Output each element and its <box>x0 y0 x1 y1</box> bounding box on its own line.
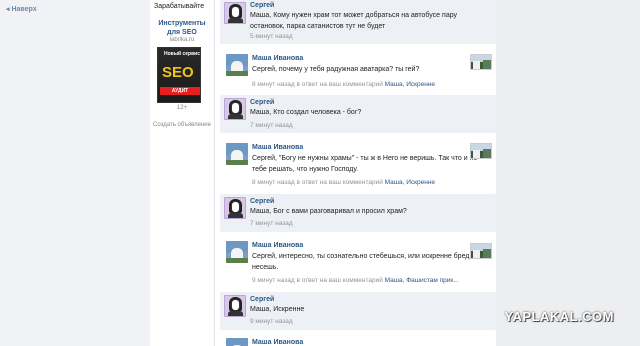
comment-author[interactable]: Маша Иванова <box>252 242 303 249</box>
ad-column: Зарабатывайте Инструменты для SEO labrik… <box>150 0 214 346</box>
comment-author[interactable]: Сергей <box>250 2 274 9</box>
comment-time[interactable]: 9 минут назад <box>250 318 293 325</box>
ad-title[interactable]: Инструменты для SEO <box>152 19 212 37</box>
avatar-ground <box>226 71 248 76</box>
thumb-building <box>473 61 480 69</box>
avatar-ground <box>226 258 248 263</box>
comment-meta: 9 минут назад в ответ на ваш комментарий… <box>252 277 459 284</box>
comment-text: Сергей, почему у тебя радужная аватарка?… <box>252 66 420 73</box>
thumb-building <box>473 250 480 258</box>
comment-author[interactable]: Маша Иванова <box>252 55 303 62</box>
comment-item: Сергей Маша, Искренне 9 минут назад <box>220 292 496 330</box>
post-thumbnail[interactable] <box>470 54 492 70</box>
comment-time[interactable]: 5 минут назад <box>250 33 293 40</box>
scroll-up-label: Наверх <box>11 6 37 13</box>
comment-time[interactable]: 8 минут назад в ответ на ваш комментарий <box>252 81 383 88</box>
ad-age-rating: 12+ <box>176 105 188 111</box>
avatar-body <box>228 213 243 218</box>
avatar-ground <box>226 160 248 165</box>
avatar-body <box>228 114 243 119</box>
comment-item: Маша Иванова Сергей, интересно, ты созна… <box>222 239 496 289</box>
post-thumbnail[interactable] <box>470 143 492 159</box>
avatar[interactable] <box>226 241 248 263</box>
comment-author[interactable]: Маша Иванова <box>252 144 303 151</box>
reply-link[interactable]: Маша, Искренне <box>385 81 435 88</box>
avatar[interactable] <box>226 143 248 165</box>
reply-link[interactable]: Маша, Искренне <box>385 179 435 186</box>
thumb-tree <box>483 249 491 258</box>
comment-item: Сергей Маша, Бог с вами разговаривал и п… <box>220 194 496 232</box>
comment-author[interactable]: Сергей <box>250 296 274 303</box>
comment-item: Сергей Маша, Кто создал человека - бог? … <box>220 95 496 133</box>
thumb-tree <box>483 149 491 158</box>
comment-text: Маша, Бог с вами разговаривал и просил х… <box>250 208 407 215</box>
comment-item: Маша Иванова Сергей, почему у тебя радуж… <box>222 52 496 90</box>
avatar[interactable] <box>224 295 246 317</box>
ad-image-seo: SEO <box>162 64 194 81</box>
avatar-face <box>231 6 240 18</box>
avatar-face <box>231 299 240 311</box>
comment-meta: 8 минут назад в ответ на ваш комментарий… <box>252 81 435 88</box>
comment-time[interactable]: 7 минут назад <box>250 122 293 129</box>
right-margin <box>496 0 640 346</box>
ad-earn-link[interactable]: Зарабатывайте <box>154 3 204 10</box>
comment-author[interactable]: Сергей <box>250 99 274 106</box>
comment-time[interactable]: 9 минут назад в ответ на ваш комментарий <box>252 277 383 284</box>
avatar[interactable] <box>224 2 246 24</box>
thumb-building <box>473 150 480 158</box>
comment-item: Сергей Маша, Кому нужен храм тот может д… <box>220 0 496 44</box>
comment-meta: 8 минут назад в ответ на ваш комментарий… <box>252 179 435 186</box>
avatar[interactable] <box>226 54 248 76</box>
avatar[interactable] <box>224 197 246 219</box>
comment-author[interactable]: Маша Иванова <box>252 339 303 346</box>
ad-site: labrika.ru <box>169 37 195 43</box>
avatar-face <box>231 102 240 114</box>
avatar-face <box>231 201 240 213</box>
ad-image[interactable]: Новый сервис SEO АУДИТ <box>157 47 201 103</box>
thumb-tree <box>483 60 491 69</box>
comment-author[interactable]: Сергей <box>250 198 274 205</box>
ad-image-audit: АУДИТ <box>160 87 200 95</box>
comment-time[interactable]: 8 минут назад в ответ на ваш комментарий <box>252 179 383 186</box>
avatar-body <box>228 18 243 23</box>
post-thumbnail[interactable] <box>470 243 492 259</box>
watermark: YAPLAKAL.COM <box>504 309 614 324</box>
avatar-body <box>228 311 243 316</box>
avatar[interactable] <box>226 338 248 346</box>
comment-text: Сергей, "Богу не нужны храмы" - ты ж в Н… <box>252 155 478 173</box>
scroll-up-bar[interactable]: ◂ Наверх <box>0 0 150 346</box>
comment-time[interactable]: 7 минут назад <box>250 220 293 227</box>
avatar[interactable] <box>224 98 246 120</box>
comment-text: Маша, Кому нужен храм тот может добратьс… <box>250 12 458 30</box>
ad-image-new: Новый сервис <box>164 51 201 57</box>
reply-link[interactable]: Маша, Фашистам прик... <box>385 277 459 284</box>
comment-text: Маша, Кто создал человека - бог? <box>250 109 362 116</box>
comment-item: Маша Иванова <box>222 336 496 346</box>
comment-item: Маша Иванова Сергей, "Богу не нужны храм… <box>222 141 496 191</box>
create-ad-link[interactable]: Создать объявление <box>152 121 212 129</box>
comment-text: Маша, Искренне <box>250 306 305 313</box>
comment-text: Сергей, интересно, ты сознательно стебеш… <box>252 253 470 271</box>
scroll-up-link[interactable]: ◂ Наверх <box>6 5 37 13</box>
